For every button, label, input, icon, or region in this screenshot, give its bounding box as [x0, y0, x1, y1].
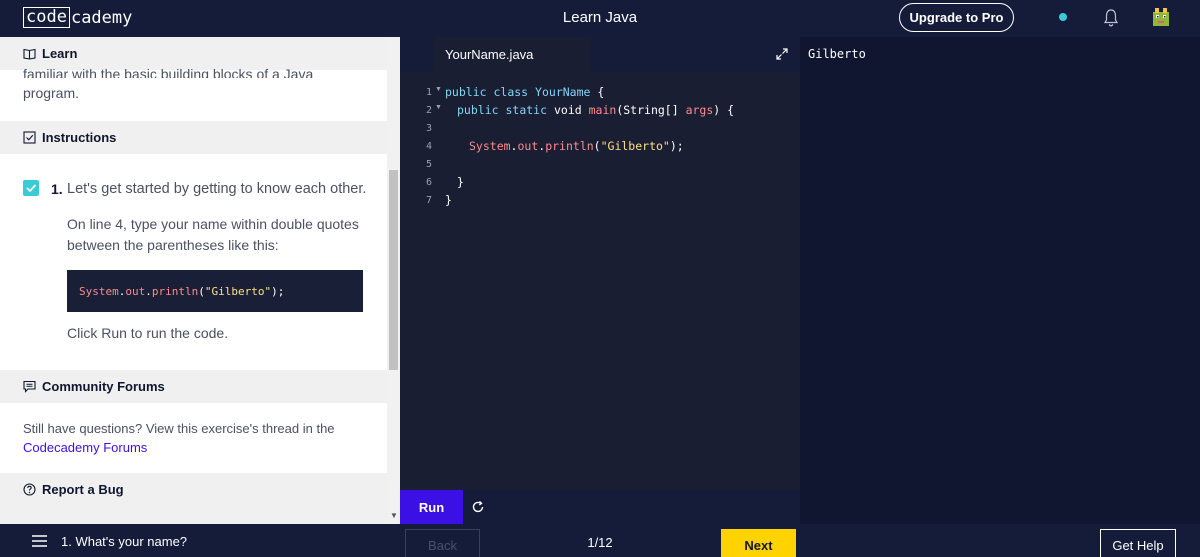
lesson-title[interactable]: 1. What's your name?	[61, 534, 187, 549]
codecademy-forums-link[interactable]: Codecademy Forums	[23, 438, 147, 457]
lesson-scrollbar-thumb[interactable]	[389, 170, 398, 370]
code-line-6[interactable]: }	[457, 175, 464, 189]
keyword: class	[493, 85, 529, 99]
next-button[interactable]: Next	[721, 529, 796, 557]
forums-text: Still have questions? View this exercise…	[23, 421, 335, 436]
course-title: Learn Java	[562, 9, 638, 26]
task-complete-checkbox[interactable]	[23, 180, 39, 196]
system-token: System	[469, 139, 511, 153]
community-forums-section-header[interactable]: Community Forums	[0, 370, 387, 403]
line-number: 6	[425, 177, 432, 188]
report-bug-section-header[interactable]: Report a Bug	[0, 473, 387, 506]
code-editor[interactable]: YourName.java 1 ▼ 2 ▼ 3 4 5 6 7 public c…	[400, 37, 800, 490]
checkbox-outline-icon	[23, 131, 36, 144]
output-terminal: Gilberto	[800, 37, 1200, 524]
code-line-4[interactable]: System.out.println("Gilberto");	[469, 139, 684, 153]
paren: );	[669, 139, 684, 153]
notification-bell-icon[interactable]	[1103, 8, 1119, 28]
task-body-line-2: between the parentheses like this:	[67, 237, 279, 253]
snippet-out: out	[125, 284, 146, 298]
out-token: out	[517, 139, 539, 153]
line-number: 4	[425, 141, 432, 152]
snippet-dot-1: .	[118, 284, 126, 298]
snippet-system: System	[79, 284, 119, 298]
user-avatar-icon[interactable]	[1151, 6, 1171, 28]
task-number: 1.	[51, 181, 63, 197]
logo-code-box: code	[23, 7, 70, 28]
editor-tab-bar: YourName.java	[400, 37, 800, 72]
line-number: 7	[425, 195, 432, 206]
get-help-button[interactable]: Get Help	[1100, 529, 1176, 557]
class-name: YourName	[535, 85, 591, 99]
keyword: public	[457, 103, 499, 117]
run-bar: Run	[400, 490, 800, 524]
chat-icon	[23, 380, 36, 393]
community-forums-label: Community Forums	[42, 379, 165, 394]
example-code-snippet: System. out. println("Gilberto");	[67, 270, 363, 312]
top-navigation-bar: code cademy Learn Java Upgrade to Pro	[0, 0, 1200, 37]
println-token: println	[545, 139, 594, 153]
line-number: 2	[425, 105, 432, 116]
instructions-section-header[interactable]: Instructions	[0, 121, 387, 154]
logo-cademy-text: cademy	[70, 7, 133, 28]
brace: {	[590, 85, 605, 99]
code-line-7[interactable]: }	[445, 193, 452, 207]
learn-label: Learn	[42, 46, 78, 61]
run-hint: Click Run to run the code.	[67, 325, 229, 341]
paren: ) {	[713, 103, 735, 117]
snippet-string: "Gilberto"	[204, 284, 272, 298]
arg-name: args	[685, 103, 714, 117]
task-title: Let's get started by getting to know eac…	[67, 181, 367, 197]
back-button[interactable]: Back	[405, 529, 480, 557]
output-text: Gilberto	[808, 47, 866, 61]
paren: (	[593, 139, 601, 153]
panel-footer-strip	[0, 506, 387, 524]
line-number: 3	[425, 123, 432, 134]
refresh-icon[interactable]	[471, 500, 485, 514]
book-icon	[23, 48, 36, 60]
snippet-dot-2: .	[145, 284, 152, 298]
task-body-line-1: On line 4, type your name within double …	[67, 216, 359, 232]
question-circle-icon	[23, 483, 36, 496]
learn-section-header[interactable]: Learn	[0, 37, 387, 70]
scroll-down-icon[interactable]: ▼	[390, 511, 398, 520]
intro-text-cut: familiar with the basic building blocks …	[23, 68, 314, 78]
intro-text-end: program.	[23, 85, 80, 101]
arg-type: String[]	[623, 103, 679, 117]
method-name: main	[588, 103, 617, 117]
check-icon	[26, 184, 37, 193]
bottom-navigation-bar: 1. What's your name? Back 1/12 Next Get …	[0, 524, 1200, 557]
codecademy-logo[interactable]: code cademy	[23, 6, 132, 29]
keyword: public	[445, 85, 487, 99]
line-number: 1	[425, 87, 432, 98]
fold-arrow-icon[interactable]: ▼	[435, 86, 442, 93]
run-button[interactable]: Run	[400, 490, 463, 524]
type: void	[553, 103, 582, 117]
line-number: 5	[425, 159, 432, 170]
report-bug-label: Report a Bug	[42, 482, 124, 497]
expand-icon[interactable]	[775, 47, 789, 61]
keyword: static	[505, 103, 548, 117]
snippet-close: );	[271, 284, 285, 298]
lesson-progress: 1/12	[587, 535, 613, 550]
string-literal: "Gilberto"	[600, 139, 670, 153]
code-line-1[interactable]: public class YourName {	[445, 85, 604, 99]
upgrade-to-pro-button[interactable]: Upgrade to Pro	[899, 3, 1014, 32]
lesson-panel: Learn familiar with the basic building b…	[0, 37, 400, 524]
instructions-label: Instructions	[42, 130, 117, 145]
intro-text-partial: familiar with the basic building blocks …	[23, 68, 313, 78]
snippet-println: println	[151, 284, 199, 298]
snippet-open: (	[198, 284, 205, 298]
file-tab-yourname-java[interactable]: YourName.java	[434, 37, 591, 72]
hamburger-menu-icon[interactable]	[32, 535, 47, 547]
fold-arrow-icon[interactable]: ▼	[435, 104, 442, 111]
online-status-dot	[1059, 13, 1067, 21]
code-line-2[interactable]: public static void main(String[] args) {	[457, 103, 734, 117]
